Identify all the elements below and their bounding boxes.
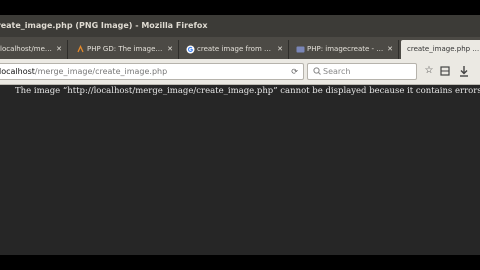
reload-icon[interactable]: ⟳	[291, 64, 298, 79]
tab-merge-image[interactable]: localhost/merge_image/ ✕	[0, 40, 68, 59]
close-icon[interactable]: ✕	[167, 40, 173, 59]
close-icon[interactable]: ✕	[277, 40, 283, 59]
url-bar[interactable]: localhost/merge_image/create_image.php ⟳	[0, 63, 304, 80]
image-error-message: The image “http://localhost/merge_image/…	[15, 86, 480, 96]
google-icon	[186, 45, 195, 54]
tab-label: create_image.php (PNG Image)	[407, 45, 480, 53]
tab-php-gd[interactable]: PHP GD: The image cannot be displayed ✕	[70, 40, 179, 59]
tab-label: PHP: imagecreate - Manual	[307, 45, 384, 53]
tab-php-manual[interactable]: PHP: imagecreate - Manual ✕	[290, 40, 399, 59]
php-icon	[296, 46, 305, 53]
search-bar[interactable]	[307, 63, 417, 80]
reading-list-icon[interactable]	[438, 64, 452, 78]
tab-google-search[interactable]: create image from php - Google Search ✕	[180, 40, 289, 59]
url-path: /merge_image/create_image.php	[34, 67, 168, 76]
navigation-toolbar: localhost/merge_image/create_image.php ⟳…	[0, 59, 480, 85]
search-icon	[313, 67, 321, 75]
bookmark-star-icon[interactable]: ☆	[422, 64, 436, 78]
download-icon[interactable]	[457, 64, 471, 78]
tab-strip: localhost/merge_image/ ✕ PHP GD: The ima…	[0, 37, 480, 59]
tab-create-image[interactable]: create_image.php (PNG Image)	[401, 40, 480, 59]
search-input[interactable]	[323, 65, 413, 78]
tab-label: localhost/merge_image/	[0, 45, 53, 53]
page-content: The image “http://localhost/merge_image/…	[0, 85, 480, 255]
close-icon[interactable]: ✕	[56, 40, 62, 59]
close-icon[interactable]: ✕	[387, 40, 393, 59]
window-titlebar: create_image.php (PNG Image) - Mozilla F…	[0, 15, 480, 37]
tab-label: PHP GD: The image cannot be displayed	[87, 45, 164, 53]
browser-window: create_image.php (PNG Image) - Mozilla F…	[0, 15, 480, 255]
stackoverflow-icon	[77, 45, 84, 53]
url-host: localhost	[0, 67, 35, 76]
window-title: create_image.php (PNG Image) - Mozilla F…	[0, 21, 208, 30]
tab-label: create image from php - Google Search	[197, 45, 274, 53]
